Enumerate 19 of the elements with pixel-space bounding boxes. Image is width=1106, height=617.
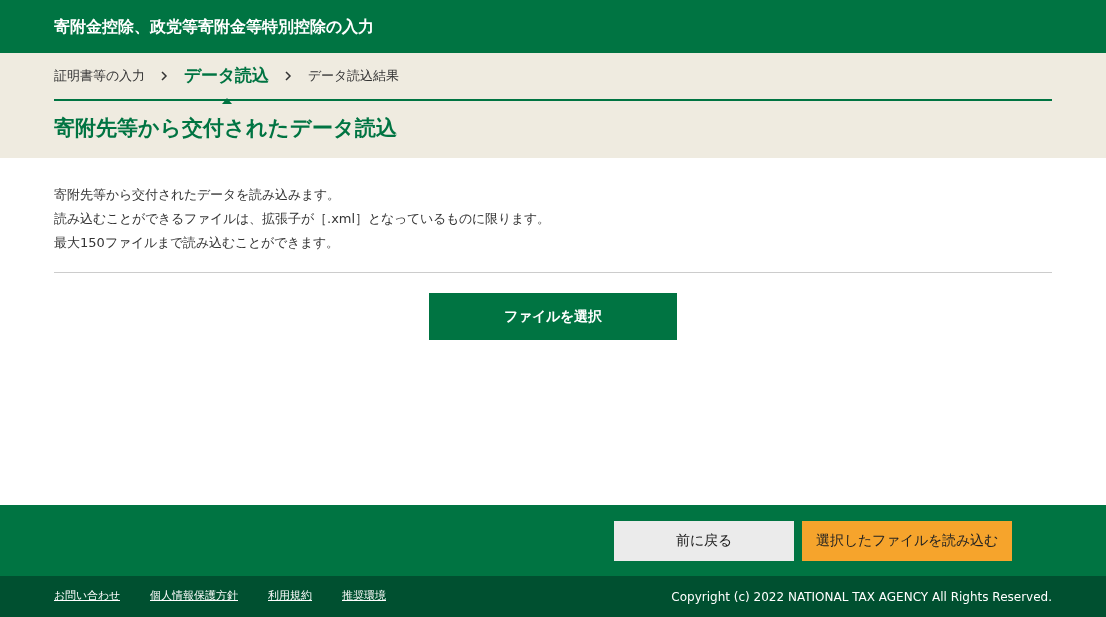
page-heading: 寄附先等から交付されたデータ読込 xyxy=(54,115,398,142)
choose-file-button[interactable]: ファイルを選択 xyxy=(429,293,677,340)
breadcrumb-step: データ読込 xyxy=(184,63,269,89)
load-files-button[interactable]: 選択したファイルを読み込む xyxy=(802,520,1012,561)
chevron-right-icon xyxy=(161,71,168,81)
footer-link[interactable]: お問い合わせ xyxy=(54,588,120,605)
description-text: 読み込むことができるファイルは、拡張子が［.xml］となっているものに限ります。 xyxy=(54,210,552,228)
breadcrumb-step: 証明書等の入力 xyxy=(54,66,145,86)
description-text: 最大150ファイルまで読み込むことができます。 xyxy=(54,234,340,252)
chevron-right-icon xyxy=(285,71,292,81)
page-header-title: 寄附金控除、政党等寄附金等特別控除の入力 xyxy=(54,15,374,38)
back-button[interactable]: 前に戻る xyxy=(614,520,794,561)
breadcrumb-step: データ読込結果 xyxy=(308,66,399,86)
current-step-pointer-icon xyxy=(221,97,232,104)
footer-link[interactable]: 推奨環境 xyxy=(342,588,386,605)
description-text: 寄附先等から交付されたデータを読み込みます。 xyxy=(54,186,341,204)
copyright-text: Copyright (c) 2022 NATIONAL TAX AGENCY All Rights Reserved. xyxy=(671,588,1052,606)
footer-link[interactable]: 利用規約 xyxy=(268,588,312,605)
footer-link[interactable]: 個人情報保護方針 xyxy=(150,588,238,605)
